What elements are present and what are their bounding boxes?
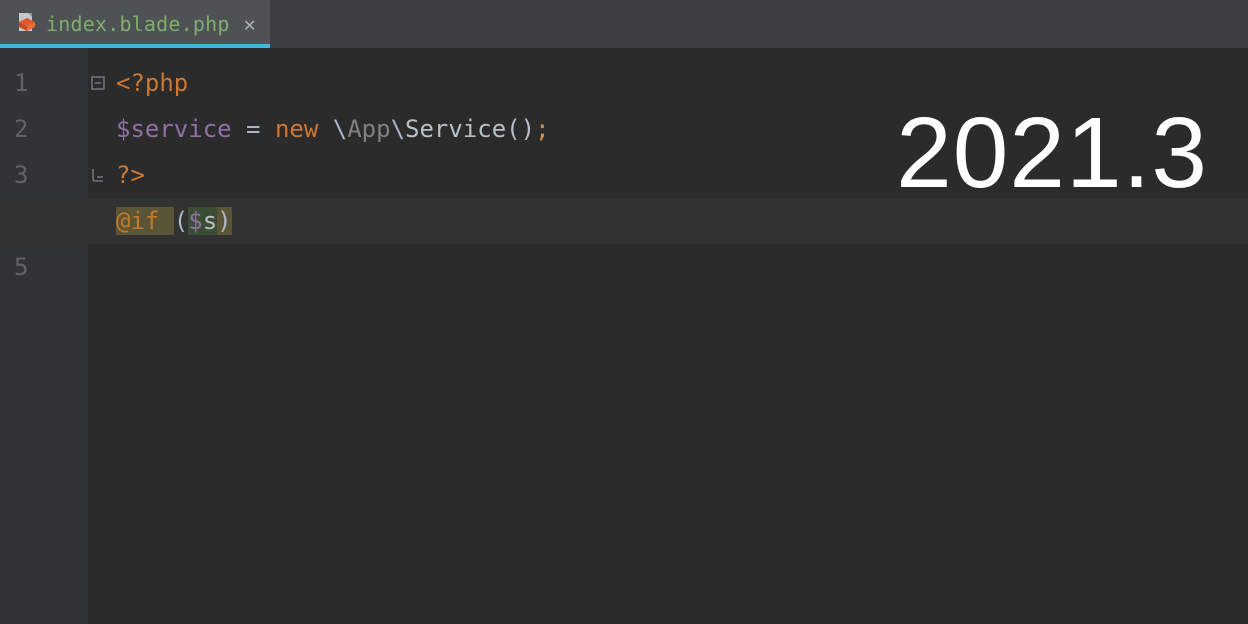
identifier: s: [203, 207, 217, 235]
operator: =: [232, 115, 275, 143]
variable: $service: [116, 115, 232, 143]
code-line[interactable]: [108, 244, 1248, 290]
line-number[interactable]: 1: [0, 60, 88, 106]
keyword-new: new: [275, 115, 333, 143]
code-line[interactable]: @if ($s): [108, 198, 1248, 244]
editor: 1 2 3 4 5 <?php $service = new \App\Serv…: [0, 48, 1248, 624]
tab-bar: index.blade.php ✕: [0, 0, 1248, 48]
paren-open: (: [174, 207, 188, 235]
blade-file-icon: [16, 11, 38, 37]
line-number[interactable]: 2: [0, 106, 88, 152]
line-number[interactable]: 5: [0, 244, 88, 290]
line-number[interactable]: 3: [0, 152, 88, 198]
close-icon[interactable]: ✕: [244, 14, 256, 34]
php-close-tag: ?>: [116, 161, 145, 189]
code-area[interactable]: <?php $service = new \App\Service(); ?> …: [108, 48, 1248, 624]
call-parens: (): [506, 115, 535, 143]
fold-start-icon[interactable]: [88, 60, 108, 106]
paren-close: ): [217, 207, 231, 235]
tab-index-blade[interactable]: index.blade.php ✕: [0, 0, 270, 48]
code-line[interactable]: $service = new \App\Service();: [108, 106, 1248, 152]
php-open-tag: <?php: [116, 69, 188, 97]
code-line[interactable]: <?php: [108, 60, 1248, 106]
semicolon: ;: [535, 115, 549, 143]
backslash: \: [391, 115, 405, 143]
fold-column: [88, 60, 108, 290]
dollar: $: [188, 207, 202, 235]
fold-spacer: [88, 106, 108, 152]
backslash: \: [333, 115, 347, 143]
blade-directive: @if: [116, 207, 174, 235]
code-line[interactable]: ?>: [108, 152, 1248, 198]
fold-end-icon[interactable]: [88, 152, 108, 198]
class-name: Service: [405, 115, 506, 143]
gutter: 1 2 3 4 5: [0, 48, 88, 624]
namespace: App: [347, 115, 390, 143]
tab-label: index.blade.php: [46, 12, 230, 36]
fold-spacer: [88, 244, 108, 290]
